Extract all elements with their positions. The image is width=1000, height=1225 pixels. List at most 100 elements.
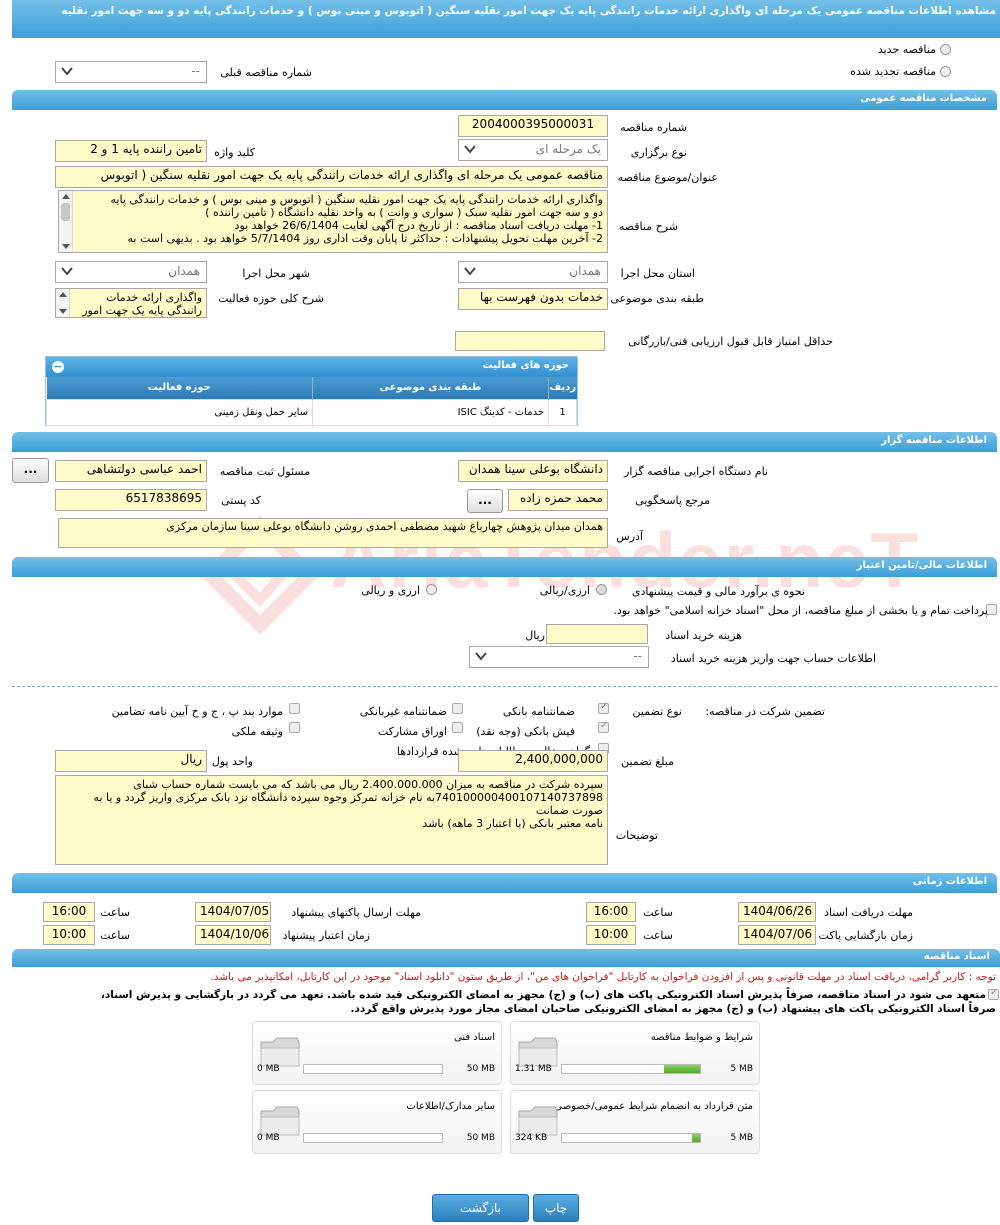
- bank-receipt-label: فیش بانکی (وجه نقد): [476, 725, 575, 738]
- timing-header-text: اطلاعات زمانی: [912, 876, 987, 887]
- checkbox-bank-receipt[interactable]: [598, 720, 609, 733]
- reference-field[interactable]: محمد حمزه زاده: [508, 489, 608, 511]
- receive-date-field[interactable]: 1404/06/26: [738, 902, 816, 922]
- notes-line: 740100000400107140737898به نام خزانه تمر…: [93, 791, 603, 817]
- print-button[interactable]: چاپ: [533, 1194, 579, 1222]
- receive-time-field[interactable]: 16:00: [586, 902, 636, 922]
- col-row: ردیف: [548, 377, 577, 399]
- document-card-title: متن قرارداد به انضمام شرایط عمومی/خصوصی: [554, 1101, 753, 1112]
- prev-number-select[interactable]: --: [55, 61, 207, 83]
- documents-header-text: اسناد مناقصه: [923, 951, 990, 962]
- city-value: همدان: [168, 264, 200, 278]
- commitment-checkbox[interactable]: [988, 987, 999, 1000]
- keyword-field[interactable]: تامین راننده پایه 1 و 2: [55, 140, 207, 162]
- min-score-label: حداقل امتیاز قابل قبول ارزیابی فنی/بازرگ…: [628, 335, 833, 348]
- radio-new-label: مناقصه جدید: [877, 43, 936, 56]
- subject-field[interactable]: مناقصه عمومی یک مرحله ای واگذاری ارائه خ…: [55, 166, 608, 188]
- opening-date-field[interactable]: 1404/07/06: [738, 925, 816, 945]
- address-field[interactable]: همدان میدان پژوهش چهارباغ شهید مصطفی احم…: [58, 518, 608, 548]
- checkbox-bonds[interactable]: [452, 722, 463, 733]
- page-title-bar: مشاهده اطلاعات مناقصه عمومی یک مرحله ای …: [12, 0, 1000, 38]
- description-label: شرح مناقصه: [618, 220, 678, 233]
- documents-header: اسناد مناقصه: [12, 949, 1000, 967]
- checkbox-bank-guarantee[interactable]: [598, 701, 609, 714]
- document-card[interactable]: شرایط و ضوابط مناقصه 1.31 MB 5 MB: [510, 1021, 760, 1085]
- timing-header: اطلاعات زمانی: [12, 873, 997, 893]
- amount-field[interactable]: 2,400,000,000: [458, 750, 608, 772]
- document-card-used: 324 KB: [515, 1133, 548, 1143]
- notes-field[interactable]: سپرده شرکت در مناقصه به میزان 2.400.000.…: [55, 775, 608, 865]
- nonbank-guarantee-label: ضمانتنامه غیربانکی: [359, 705, 447, 718]
- document-card[interactable]: اسناد فنی 0 MB 50 MB: [252, 1021, 502, 1085]
- subject-label: عنوان/موضوع مناقصه: [617, 171, 718, 184]
- currency-field[interactable]: ریال: [55, 750, 207, 772]
- doc-cost-field[interactable]: [546, 624, 648, 644]
- radio-new-tender[interactable]: [940, 44, 951, 55]
- opening-time-field[interactable]: 10:00: [586, 925, 636, 945]
- cell-category: خدمات - کدینگ ISIC: [312, 398, 549, 426]
- document-card[interactable]: متن قرارداد به انضمام شرایط عمومی/خصوصی 3…: [510, 1090, 760, 1154]
- chevron-down-icon: [61, 67, 73, 76]
- registrar-field[interactable]: احمد عباسی دولتشاهی: [55, 460, 207, 482]
- activity-panel-header: حوزه های فعالیت −: [46, 357, 577, 377]
- finance-header: اطلاعات مالی/تامین اعتبار: [12, 557, 997, 577]
- scrollbar[interactable]: [56, 289, 70, 317]
- collapse-icon[interactable]: −: [52, 361, 64, 373]
- registrar-label: مسئول ثبت مناقصه: [219, 465, 310, 478]
- receive-time-label: ساعت: [643, 906, 673, 919]
- description-line: 1- مهلت دریافت اسناد مناقصه : از تاریخ د…: [234, 219, 603, 232]
- document-card-used: 1.31 MB: [515, 1064, 552, 1074]
- description-field[interactable]: واگذاری ارائه خدمات رانندگی پایه یک جهت …: [58, 190, 608, 253]
- postal-label: کد پستی: [221, 494, 261, 507]
- chevron-down-icon: [475, 652, 487, 661]
- progress-fill: [691, 1134, 700, 1142]
- radio-renewed-tender[interactable]: [940, 66, 951, 77]
- radio-renewed-label: مناقصه تجدید شده: [850, 65, 936, 78]
- documents-notice: توجه : کاربر گرامی، دریافت اسناد در مهلت…: [210, 971, 996, 983]
- guarantee-type-label: نوع تضمین: [632, 705, 682, 718]
- send-date-field[interactable]: 1404/07/05: [195, 902, 271, 922]
- checkbox-clauses[interactable]: [289, 703, 300, 714]
- treasury-text: پرداخت تمام و یا بخشی از مبلغ مناقصه، از…: [613, 604, 988, 617]
- activity-desc-line: واگذاری ارائه خدمات: [106, 291, 202, 304]
- province-select[interactable]: همدان: [458, 261, 608, 283]
- radio-currency-rial[interactable]: [596, 584, 607, 595]
- property-label: وثیقه ملکی: [231, 725, 283, 738]
- org-field[interactable]: دانشگاه بوعلی سینا همدان: [458, 460, 608, 482]
- registrar-lookup-button[interactable]: ...: [12, 458, 49, 483]
- table-header-row: ردیف طبقه بندی موضوعی حوزه فعالیت: [46, 377, 577, 399]
- notes-line: نامه معتبر بانکی (با اعتبار 3 ماهه) باشد: [422, 817, 603, 830]
- tender-number-field[interactable]: 2004000395000031: [458, 115, 608, 137]
- activity-panel: حوزه های فعالیت − ردیف طبقه بندی موضوعی …: [45, 356, 578, 426]
- category-field[interactable]: خدمات بدون فهرست بها: [458, 288, 608, 310]
- reference-lookup-button[interactable]: ...: [467, 489, 503, 513]
- back-button[interactable]: بازگشت: [432, 1194, 529, 1222]
- keyword-label: کلید واژه: [214, 146, 255, 159]
- account-select[interactable]: --: [469, 646, 649, 668]
- send-deadline-label: مهلت ارسال پاکتهای پیشنهاد: [291, 906, 421, 919]
- validity-time-field[interactable]: 10:00: [43, 925, 95, 945]
- holding-type-select[interactable]: یک مرحله ای: [458, 139, 608, 161]
- document-card-max: 50 MB: [466, 1064, 495, 1074]
- province-value: همدان: [569, 264, 601, 278]
- send-time-field[interactable]: 16:00: [43, 902, 95, 922]
- progress-bar: [303, 1133, 443, 1143]
- cell-activity: سایر حمل ونقل زمینی: [46, 398, 313, 426]
- validity-date-field[interactable]: 1404/10/06: [195, 925, 271, 945]
- validity-time-label: ساعت: [100, 929, 130, 942]
- radio-currency-and-rial[interactable]: [426, 584, 437, 595]
- document-card[interactable]: سایر مدارک/اطلاعات 0 MB 50 MB: [252, 1090, 502, 1154]
- amount-label: مبلغ تضمین: [621, 755, 674, 768]
- checkbox-property[interactable]: [289, 722, 300, 733]
- document-card-title: شرایط و ضوابط مناقصه: [650, 1032, 753, 1043]
- notes-label: توضیحات: [615, 829, 658, 842]
- scrollbar[interactable]: [59, 191, 73, 252]
- city-select[interactable]: همدان: [55, 261, 207, 283]
- activity-desc-field[interactable]: واگذاری ارائه خدمات رانندگی پایه یک جهت …: [55, 288, 207, 318]
- activity-panel-title: حوزه های فعالیت: [482, 360, 569, 371]
- min-score-field[interactable]: [455, 331, 605, 351]
- general-header-text: مشخصات مناقصه عمومی: [860, 93, 987, 104]
- checkbox-nonbank-guarantee[interactable]: [452, 703, 463, 714]
- postal-field[interactable]: 6517838695: [55, 489, 207, 511]
- description-line: واگذاری ارائه خدمات رانندگی پایه یک جهت …: [110, 193, 603, 206]
